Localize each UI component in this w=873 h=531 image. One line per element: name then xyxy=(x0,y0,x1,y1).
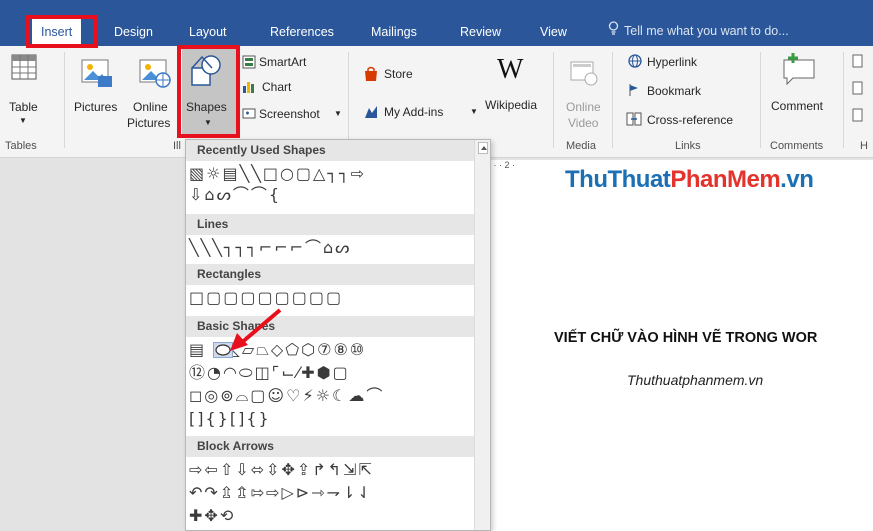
group-links: Links xyxy=(675,140,701,152)
group-media: Media xyxy=(566,140,596,152)
basic-shapes-row-4[interactable]: []{}[]{} xyxy=(189,408,271,430)
screenshot-icon xyxy=(242,108,256,119)
my-addins-icon xyxy=(365,106,377,118)
table-label: Table xyxy=(9,100,38,114)
tell-me-text: Tell me what you want to do... xyxy=(624,24,789,38)
document-heading: VIẾT CHỮ VÀO HÌNH VẼ TRONG WOR xyxy=(554,330,818,346)
block-arrows-row-3[interactable]: ✚✥⟲ xyxy=(189,505,235,527)
smartart-label: SmartArt xyxy=(259,55,307,69)
screenshot-label: Screenshot xyxy=(259,107,320,121)
group-separator xyxy=(64,52,65,148)
my-addins-dropdown-arrow-icon: ▼ xyxy=(470,107,478,116)
shapes-dropdown-arrow-icon[interactable]: ▼ xyxy=(204,118,212,127)
document-subtitle: Thuthuatphanmem.vn xyxy=(627,372,764,388)
lightbulb-icon xyxy=(608,21,620,38)
screenshot-dropdown-arrow-icon: ▼ xyxy=(334,109,342,118)
brand-watermark: ThuThuatPhanMem.vn xyxy=(565,166,814,194)
recent-shapes-row-2[interactable]: ⇩⌂ᔕ⌒⌒{ xyxy=(189,184,281,206)
group-illustrations: Ill xyxy=(173,140,181,152)
block-arrows-row-1[interactable]: ⇨⇦⇧⇩⬄⇳✥⇪↱↰⇲⇱ xyxy=(189,459,374,481)
group-tables: Tables xyxy=(5,140,37,152)
section-header-rectangles: Rectangles xyxy=(186,264,474,285)
group-comments: Comments xyxy=(770,140,824,152)
tab-layout[interactable]: Layout xyxy=(189,21,227,43)
chart-label: Chart xyxy=(262,80,292,94)
comment-label: Comment xyxy=(771,99,824,113)
online-pictures-label-line2: Pictures xyxy=(127,116,171,130)
group-separator xyxy=(760,52,761,148)
online-video-label-line2: Video xyxy=(568,116,599,130)
table-dropdown-arrow-icon: ▼ xyxy=(19,116,27,125)
online-video-icon xyxy=(570,61,598,86)
comment-icon xyxy=(783,53,815,86)
wikipedia-label: Wikipedia xyxy=(485,98,538,112)
block-arrows-row-2[interactable]: ↶↷⇫⇬⇰⇨▷⊳⇾⇁⇂⇃ xyxy=(189,482,373,504)
cross-reference-label: Cross-reference xyxy=(647,113,734,127)
smartart-icon xyxy=(242,55,256,69)
basic-shapes-row-2[interactable]: ⑫◔◠⬭◫⌜⌙⁄✚⬢▢ xyxy=(189,362,350,384)
store-icon xyxy=(365,66,377,81)
scroll-up-arrow-icon[interactable] xyxy=(478,142,488,154)
pictures-icon xyxy=(81,59,112,87)
tab-review[interactable]: Review xyxy=(460,21,501,43)
tab-mailings[interactable]: Mailings xyxy=(371,21,417,43)
section-header-lines: Lines xyxy=(186,214,474,235)
section-header-recent: Recently Used Shapes xyxy=(186,140,474,161)
cross-reference-icon xyxy=(626,112,642,126)
table-icon xyxy=(11,54,37,80)
online-video-label-line1: Online xyxy=(566,100,601,114)
tab-view[interactable]: View xyxy=(540,21,567,43)
group-separator xyxy=(612,52,613,148)
brand-text-part1: ThuThuat xyxy=(565,166,671,193)
tab-design[interactable]: Design xyxy=(114,21,153,43)
tab-references[interactable]: References xyxy=(270,21,334,43)
red-arrow-annotation-icon xyxy=(230,308,282,351)
shapes-label: Shapes xyxy=(186,100,227,114)
section-header-block-arrows: Block Arrows xyxy=(186,436,474,457)
pictures-label: Pictures xyxy=(74,100,118,114)
ribbon-tab-bar: Insert Design Layout References Mailings… xyxy=(0,0,873,48)
tell-me-search[interactable]: Tell me what you want to do... xyxy=(608,21,789,38)
hyperlink-label: Hyperlink xyxy=(647,55,698,69)
store-label: Store xyxy=(384,67,413,81)
header-footer-icons xyxy=(852,54,863,122)
group-separator xyxy=(843,52,844,148)
hyperlink-icon xyxy=(628,54,642,68)
bookmark-label: Bookmark xyxy=(647,84,702,98)
brand-text-part3: .vn xyxy=(780,166,814,193)
chart-icon xyxy=(243,82,254,93)
shapes-icon xyxy=(191,55,221,86)
tab-insert[interactable]: Insert xyxy=(32,19,82,46)
recent-shapes-row-1[interactable]: ▧☼▤╲╲□○▢△┐┐⇨ xyxy=(189,163,366,185)
group-separator xyxy=(348,52,349,148)
my-addins-label: My Add-ins xyxy=(384,105,444,119)
bookmark-icon xyxy=(629,84,638,96)
online-pictures-icon xyxy=(139,59,171,88)
basic-shapes-row-3[interactable]: ◻◎⊚⌓▢☺♡⚡☼☾☁⌒ xyxy=(189,385,384,407)
brand-text-part2: PhanMem xyxy=(670,166,781,193)
lines-row-1[interactable]: ╲╲╲┐┐┐⌐⌐⌐⌒⌂ᔕ xyxy=(189,237,351,259)
group-header-footer: H xyxy=(860,140,868,152)
wikipedia-icon: W xyxy=(497,54,524,85)
group-separator xyxy=(553,52,554,148)
gallery-scrollbar[interactable] xyxy=(474,140,490,530)
online-pictures-label-line1: Online xyxy=(133,100,168,114)
